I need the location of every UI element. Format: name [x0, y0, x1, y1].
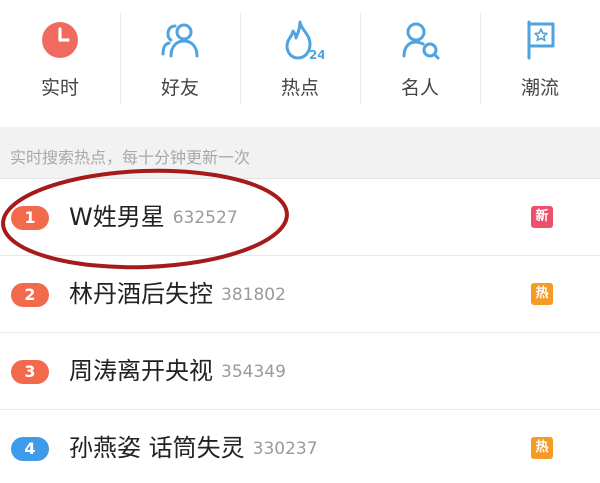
hot-search-title: 孙燕姿 话筒失灵 330237 — [69, 432, 318, 465]
nav-item-celebrity[interactable]: 名人 — [360, 0, 480, 127]
hot-search-row[interactable]: 1 W姓男星 632527 新 — [0, 179, 600, 256]
celebrity-icon — [402, 22, 440, 60]
friends-icon — [161, 23, 199, 58]
title-text: 孙燕姿 话筒失灵 — [69, 434, 245, 462]
nav-label-friends: 好友 — [160, 77, 199, 99]
search-count: 632527 — [172, 208, 238, 228]
title-text: 林丹酒后失控 — [69, 280, 213, 308]
banner-text: 实时搜索热点，每十分钟更新一次 — [10, 148, 251, 167]
category-nav: 实时 好友 24 热点 名人 潮流 — [0, 0, 600, 127]
search-count: 381802 — [221, 285, 286, 305]
title-text: W姓男星 — [69, 203, 165, 231]
rank-badge: 1 — [11, 206, 49, 230]
search-count: 354349 — [221, 362, 286, 382]
hot-search-title: 林丹酒后失控 381802 — [69, 278, 286, 311]
clock-icon — [42, 22, 78, 58]
hot-search-row[interactable]: 2 林丹酒后失控 381802 热 — [0, 256, 600, 333]
flame-icon-number: 24 — [309, 48, 324, 62]
title-text: 周涛离开央视 — [69, 357, 213, 385]
flag-star-icon — [527, 20, 555, 60]
hot-search-row[interactable]: 3 周涛离开央视 354349 — [0, 333, 600, 410]
hot-search-list: 1 W姓男星 632527 新 2 林丹酒后失控 381802 热 3 周涛离开央视… — [0, 179, 600, 483]
hot-search-row[interactable]: 4 孙燕姿 话筒失灵 330237 热 — [0, 410, 600, 483]
nav-item-trending[interactable]: 24 热点 — [240, 0, 360, 127]
flame-24-icon: 24 — [285, 20, 324, 62]
nav-item-fashion[interactable]: 潮流 — [480, 0, 600, 127]
rank-badge: 2 — [11, 283, 49, 307]
hot-badge: 热 — [531, 283, 553, 305]
rank-badge: 3 — [11, 360, 49, 384]
new-badge: 新 — [531, 206, 553, 228]
nav-label-trending: 热点 — [280, 77, 319, 99]
nav-label-realtime: 实时 — [40, 77, 79, 99]
search-count: 330237 — [252, 439, 318, 459]
rank-badge: 4 — [11, 437, 49, 461]
realtime-notice-banner: 实时搜索热点，每十分钟更新一次 — [0, 127, 600, 179]
nav-item-realtime[interactable]: 实时 — [0, 0, 120, 127]
nav-item-friends[interactable]: 好友 — [120, 0, 240, 127]
nav-label-celebrity: 名人 — [400, 77, 439, 99]
nav-label-fashion: 潮流 — [520, 77, 559, 99]
hot-search-title: 周涛离开央视 354349 — [69, 355, 286, 388]
hot-badge: 热 — [531, 437, 553, 459]
hot-search-title: W姓男星 632527 — [69, 201, 238, 234]
